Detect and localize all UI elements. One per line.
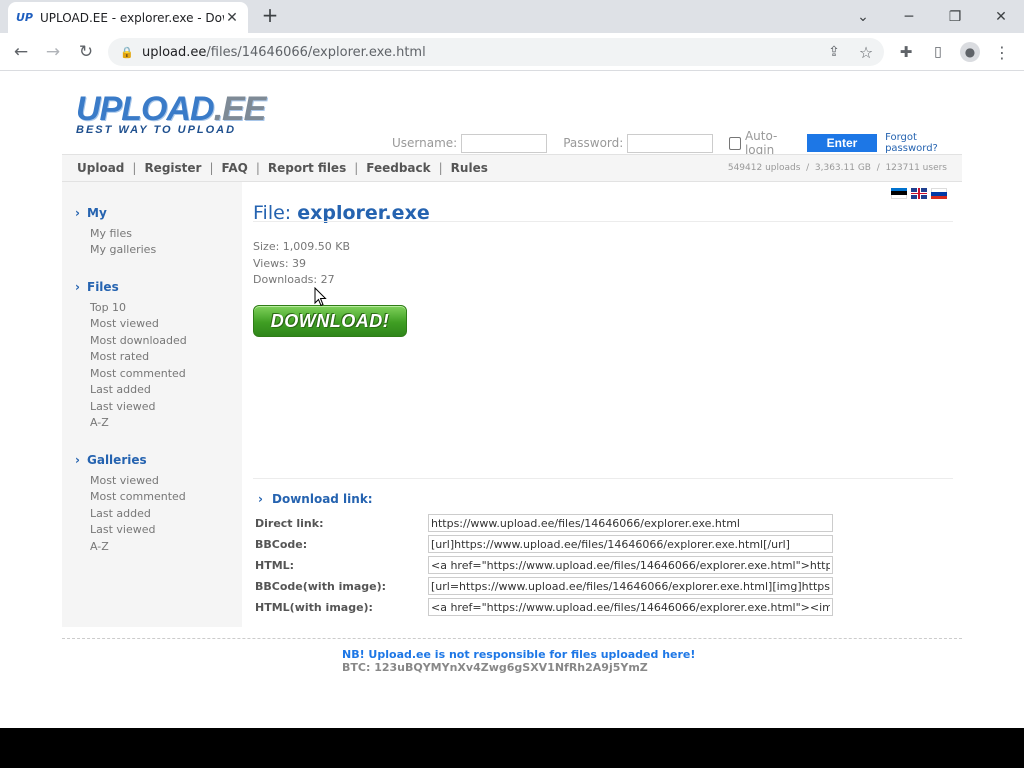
site-logo[interactable]: UPLOAD.EE BEST WAY TO UPLOAD	[76, 92, 266, 142]
forward-icon[interactable]: →	[41, 40, 65, 64]
sidebar-item-most-commented[interactable]: Most commented	[90, 367, 186, 380]
footer-btc: BTC: 123uBQYMYnXv4Zwg6gSXV1NfRh2A9j5YmZ	[342, 661, 648, 674]
file-views: Views: 39	[253, 257, 307, 270]
logo-main: UPLOAD	[76, 90, 215, 128]
close-window-icon[interactable]: ✕	[978, 0, 1024, 33]
bbcode-row: BBCode:	[255, 535, 835, 553]
extensions-icon[interactable]: ✚	[894, 40, 918, 64]
bbcode-image-row: BBCode(with image):	[255, 577, 835, 595]
enter-button[interactable]: Enter	[806, 134, 878, 152]
minimize-icon[interactable]: ─	[886, 0, 932, 33]
sidebar: › My My files My galleries › Files Top 10 …	[62, 182, 242, 627]
login-form: Username: Password: Auto-login Enter For…	[392, 129, 962, 157]
sidebar-item-top10[interactable]: Top 10	[90, 301, 126, 314]
username-label: Username:	[392, 136, 458, 150]
tab-strip: UP UPLOAD.EE - explorer.exe - Dow ✕ + ⌄ …	[0, 0, 1024, 33]
browser-toolbar: ← → ↻ 🔒 upload.ee/files/14646066/explore…	[0, 33, 1024, 71]
share-icon[interactable]: ⇪	[822, 40, 846, 64]
chevron-right-icon: ›	[75, 206, 80, 220]
nav-faq[interactable]: FAQ	[222, 161, 248, 175]
restore-icon[interactable]: ❐	[932, 0, 978, 33]
sidebar-item-gal-most-commented[interactable]: Most commented	[90, 490, 186, 503]
nav-feedback[interactable]: Feedback	[366, 161, 430, 175]
file-downloads: Downloads: 27	[253, 273, 335, 286]
bbcode-label: BBCode:	[255, 538, 308, 551]
sidebar-section-files[interactable]: › Files	[75, 280, 119, 294]
html-row: HTML:	[255, 556, 835, 574]
chevron-right-icon: ›	[258, 492, 263, 506]
html-image-row: HTML(with image):	[255, 598, 835, 616]
profile-avatar-icon[interactable]: ●	[958, 40, 982, 64]
sidebar-item-most-downloaded[interactable]: Most downloaded	[90, 334, 187, 347]
sidebar-item-gal-last-viewed[interactable]: Last viewed	[90, 523, 156, 536]
main-nav: Upload | Register | FAQ | Report files | Fee…	[62, 154, 962, 182]
autologin-label: Auto-login	[744, 129, 778, 157]
html-field[interactable]	[428, 556, 833, 574]
direct-link-label: Direct link:	[255, 517, 324, 530]
tab-title: UPLOAD.EE - explorer.exe - Dow	[40, 10, 224, 25]
nav-rules[interactable]: Rules	[451, 161, 488, 175]
sidebar-section-galleries[interactable]: › Galleries	[75, 453, 147, 467]
chevron-right-icon: ›	[75, 280, 80, 294]
bbcode-field[interactable]	[428, 535, 833, 553]
direct-link-field[interactable]	[428, 514, 833, 532]
back-icon[interactable]: ←	[9, 40, 33, 64]
file-size: Size: 1,009.50 KB	[253, 240, 351, 253]
logo-tld: .EE	[213, 90, 267, 128]
forgot-password-link[interactable]: Forgot password?	[885, 132, 962, 154]
sidebar-item-my-files[interactable]: My files	[90, 227, 132, 240]
title-divider	[253, 221, 953, 222]
sidebar-item-gal-a-z[interactable]: A-Z	[90, 540, 109, 553]
nav-register[interactable]: Register	[144, 161, 201, 175]
site-stats: 549412 uploads / 3,363.11 GB / 123711 us…	[727, 163, 947, 173]
sidebar-item-most-viewed[interactable]: Most viewed	[90, 317, 159, 330]
address-bar[interactable]: 🔒 upload.ee/files/14646066/explorer.exe.…	[108, 38, 884, 66]
sidebar-section-my[interactable]: › My	[75, 206, 107, 220]
download-link-heading: › Download link:	[258, 492, 373, 506]
sidebar-item-a-z[interactable]: A-Z	[90, 416, 109, 429]
sidebar-item-last-added[interactable]: Last added	[90, 383, 151, 396]
nav-report-files[interactable]: Report files	[268, 161, 346, 175]
nav-links: Upload | Register | FAQ | Report files | Fee…	[77, 161, 488, 175]
page: UPLOAD.EE BEST WAY TO UPLOAD Username: P…	[0, 72, 1024, 728]
password-input[interactable]	[627, 133, 714, 153]
html-label: HTML:	[255, 559, 295, 572]
direct-link-row: Direct link:	[255, 514, 835, 532]
bbcode-image-label: BBCode(with image):	[255, 580, 387, 593]
chevron-right-icon: ›	[75, 453, 80, 467]
close-tab-icon[interactable]: ✕	[224, 10, 240, 26]
file-main: File: explorer.exe Size: 1,009.50 KB Vie…	[253, 182, 962, 627]
bookmark-star-icon[interactable]: ☆	[854, 40, 878, 64]
links-divider	[253, 478, 953, 479]
sidebar-item-most-rated[interactable]: Most rated	[90, 350, 149, 363]
new-tab-icon[interactable]: +	[259, 5, 281, 27]
password-label: Password:	[563, 136, 624, 150]
sidebar-item-my-galleries[interactable]: My galleries	[90, 243, 156, 256]
mouse-cursor-icon	[314, 286, 327, 311]
favicon-icon: UP	[16, 11, 33, 24]
lock-icon[interactable]: 🔒	[120, 46, 134, 59]
sidebar-item-gal-last-added[interactable]: Last added	[90, 507, 151, 520]
nav-upload[interactable]: Upload	[77, 161, 124, 175]
sidebar-item-gal-most-viewed[interactable]: Most viewed	[90, 474, 159, 487]
browser-tab[interactable]: UP UPLOAD.EE - explorer.exe - Dow ✕	[8, 2, 248, 33]
reload-icon[interactable]: ↻	[74, 40, 98, 64]
menu-kebab-icon[interactable]: ⋮	[990, 40, 1014, 64]
tab-search-icon[interactable]: ⌄	[840, 0, 886, 33]
url-text: upload.ee/files/14646066/explorer.exe.ht…	[142, 44, 426, 60]
html-image-field[interactable]	[428, 598, 833, 616]
sidebar-item-last-viewed[interactable]: Last viewed	[90, 400, 156, 413]
browser-window: UP UPLOAD.EE - explorer.exe - Dow ✕ + ⌄ …	[0, 0, 1024, 728]
side-panel-icon[interactable]: ▯	[926, 40, 950, 64]
autologin-checkbox[interactable]	[729, 136, 741, 150]
footer-divider	[62, 638, 962, 639]
download-button[interactable]: DOWNLOAD!	[253, 305, 407, 337]
html-image-label: HTML(with image):	[255, 601, 373, 614]
footer-notice: NB! Upload.ee is not responsible for fil…	[342, 648, 696, 661]
bbcode-image-field[interactable]	[428, 577, 833, 595]
username-input[interactable]	[461, 133, 548, 153]
